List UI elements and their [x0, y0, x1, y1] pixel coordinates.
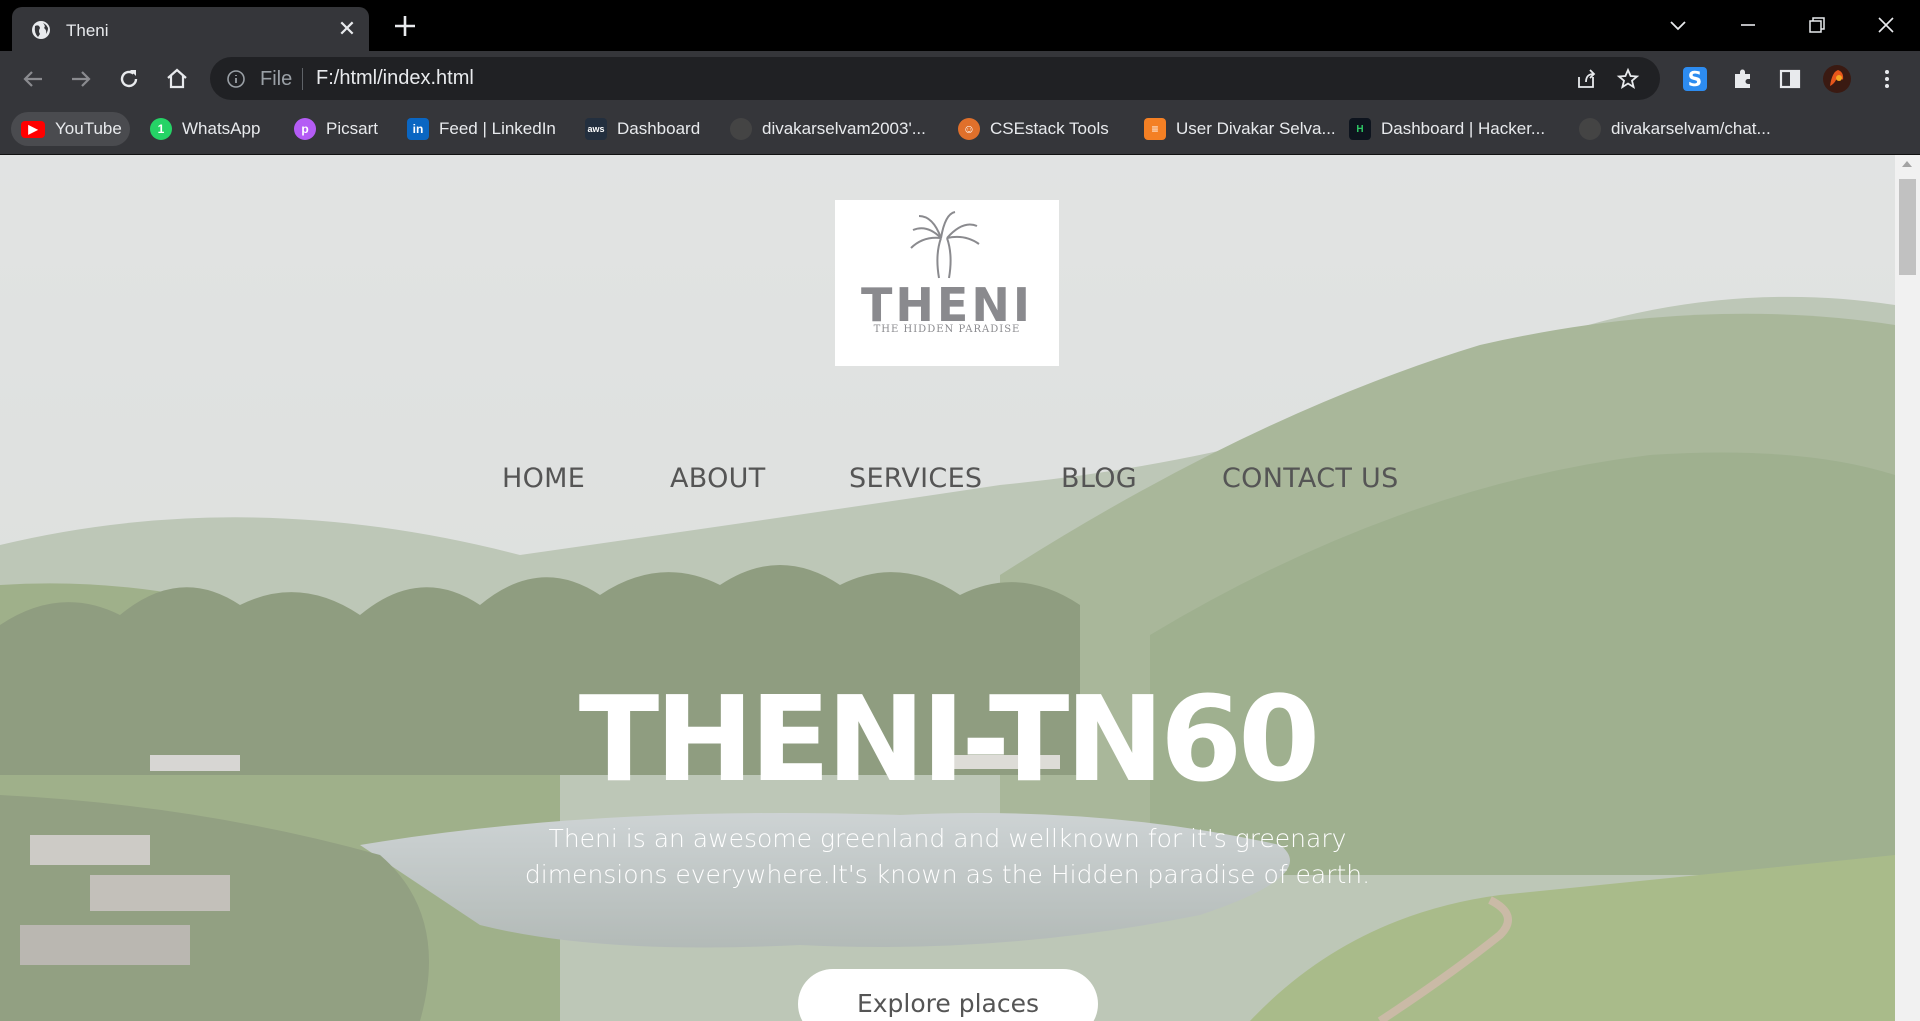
- nav-home[interactable]: HOME: [502, 463, 585, 494]
- bookmark-star-icon[interactable]: [1616, 67, 1640, 91]
- nav-about[interactable]: ABOUT: [670, 463, 766, 494]
- bookmark-aws-dashboard[interactable]: aws Dashboard: [575, 112, 708, 146]
- profile-avatar-icon[interactable]: [1822, 64, 1852, 94]
- whatsapp-icon: 1: [150, 118, 172, 140]
- svg-text:S: S: [1688, 67, 1702, 91]
- github-icon: [1579, 118, 1601, 140]
- menu-kebab-icon[interactable]: [1872, 64, 1902, 94]
- picsart-icon: p: [294, 118, 316, 140]
- close-window-icon[interactable]: [1871, 10, 1901, 40]
- hackerrank-icon: H: [1349, 118, 1371, 140]
- nav-blog[interactable]: BLOG: [1061, 463, 1137, 494]
- address-bar[interactable]: File F:/html/index.html: [210, 57, 1660, 100]
- bookmark-whatsapp[interactable]: 1 WhatsApp: [140, 112, 268, 146]
- side-panel-icon[interactable]: [1775, 64, 1805, 94]
- bookmark-label: CSEstack Tools: [990, 119, 1109, 138]
- info-icon[interactable]: [226, 69, 246, 89]
- aws-icon: aws: [585, 118, 607, 140]
- home-icon[interactable]: [162, 64, 192, 94]
- bookmark-label: divakarselvam/chat...: [1611, 119, 1771, 138]
- page-viewport: THENI THE HIDDEN PARADISE HOME ABOUT SER…: [0, 155, 1920, 1021]
- page-scrollbar[interactable]: [1895, 155, 1920, 1021]
- bookmark-label: YouTube: [55, 119, 122, 138]
- bookmark-label: Dashboard: [617, 119, 701, 138]
- logo-tagline: THE HIDDEN PARADISE: [873, 324, 1021, 335]
- minimize-icon[interactable]: [1733, 10, 1763, 40]
- globe-icon: [32, 21, 50, 39]
- bookmark-youtube[interactable]: ▶ YouTube: [11, 112, 130, 146]
- hero-description: Theni is an awesome greenland and wellkn…: [524, 824, 1371, 889]
- restore-icon[interactable]: [1802, 10, 1832, 40]
- bookmark-label: WhatsApp: [182, 119, 261, 138]
- site-logo[interactable]: THENI THE HIDDEN PARADISE: [835, 200, 1059, 366]
- youtube-icon: ▶: [21, 120, 45, 138]
- bookmark-label: Dashboard | Hacker...: [1381, 119, 1546, 138]
- forward-icon[interactable]: [66, 64, 96, 94]
- bookmark-csestack[interactable]: ☺ CSEstack Tools: [948, 112, 1117, 146]
- s-extension-icon[interactable]: S: [1680, 64, 1710, 94]
- bookmark-label: Picsart: [326, 119, 378, 138]
- nav-contact-us[interactable]: CONTACT US: [1222, 463, 1399, 494]
- scrollbar-thumb[interactable]: [1899, 179, 1916, 275]
- nav-services[interactable]: SERVICES: [849, 463, 982, 494]
- bookmark-label: User Divakar Selva...: [1176, 119, 1336, 138]
- bookmark-github-chat[interactable]: divakarselvam/chat...: [1569, 112, 1779, 146]
- scroll-up-arrow-icon[interactable]: [1902, 161, 1912, 167]
- bookmark-github-profile[interactable]: divakarselvam2003'...: [720, 112, 934, 146]
- scheme-label: File: [260, 68, 293, 90]
- bookmarks-bar: ▶ YouTube 1 WhatsApp p Picsart in Feed |…: [0, 106, 1920, 155]
- new-tab-icon[interactable]: [392, 13, 418, 39]
- omnibox-divider: [302, 68, 303, 90]
- bookmark-hackerrank[interactable]: H Dashboard | Hacker...: [1339, 112, 1553, 146]
- github-icon: [730, 118, 752, 140]
- bookmark-picsart[interactable]: p Picsart: [284, 112, 386, 146]
- share-icon[interactable]: [1574, 67, 1598, 91]
- csestack-icon: ☺: [958, 118, 980, 140]
- extensions-puzzle-icon[interactable]: [1728, 64, 1758, 94]
- tab-strip: Theni ✕: [0, 0, 1920, 51]
- bookmark-stackoverflow[interactable]: ≡ User Divakar Selva...: [1134, 112, 1344, 146]
- hero-headline: THENI-TN60: [578, 670, 1321, 808]
- tab-search-icon[interactable]: [1663, 10, 1693, 40]
- explore-places-button[interactable]: Explore places: [798, 969, 1098, 1021]
- palm-tree-icon: [910, 211, 980, 279]
- tab-title: Theni: [66, 21, 109, 40]
- linkedin-icon: in: [407, 118, 429, 140]
- back-icon[interactable]: [18, 64, 48, 94]
- browser-tab[interactable]: Theni ✕: [12, 7, 369, 51]
- bookmark-label: divakarselvam2003'...: [762, 119, 926, 138]
- bookmark-label: Feed | LinkedIn: [439, 119, 556, 138]
- bookmark-linkedin[interactable]: in Feed | LinkedIn: [397, 112, 564, 146]
- tab-close-button[interactable]: ✕: [337, 18, 357, 40]
- reload-icon[interactable]: [114, 64, 144, 94]
- browser-toolbar: File F:/html/index.html S: [0, 51, 1920, 106]
- url-text[interactable]: F:/html/index.html: [316, 67, 474, 90]
- hero-section: THENI THE HIDDEN PARADISE HOME ABOUT SER…: [0, 155, 1895, 1021]
- stackoverflow-icon: ≡: [1144, 118, 1166, 140]
